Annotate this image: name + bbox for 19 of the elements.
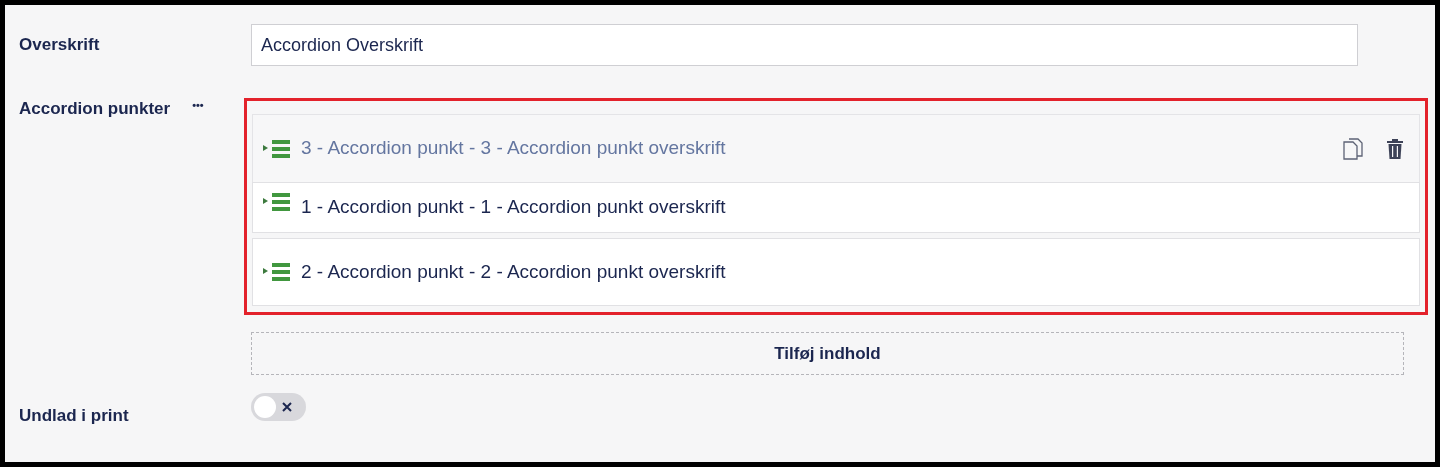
more-button[interactable]: ••• xyxy=(192,100,204,111)
input-field[interactable]: Accordion Overskrift xyxy=(251,24,1358,66)
close-icon xyxy=(282,402,292,412)
item-title: 2 - Accordion punkt - 2 - Accordion punkt overskrift xyxy=(301,259,727,284)
item-title: 3 - Accordion punkt - 3 - Accordion punkt overskrift xyxy=(301,136,727,161)
toggle-switch[interactable] xyxy=(251,393,306,421)
list-icon xyxy=(263,139,290,158)
field-label: Accordion punkter xyxy=(19,98,171,120)
list-icon xyxy=(263,193,290,211)
trash-icon[interactable] xyxy=(1387,138,1403,159)
accordion-item[interactable]: 2 - Accordion punkt - 2 - Accordion punkt overskrift xyxy=(252,238,1420,306)
add-content-button[interactable]: Tilføj indhold xyxy=(251,332,1404,375)
accordion-item[interactable]: 3 - Accordion punkt - 3 - Accordion punkt overskrift xyxy=(252,114,1420,183)
list-icon xyxy=(263,263,290,281)
copy-icon[interactable] xyxy=(1343,137,1365,160)
accordion-item[interactable]: 1 - Accordion punkt - 1 - Accordion punkt overskrift xyxy=(252,182,1420,233)
field-label: Overskrift xyxy=(19,34,100,56)
field-label: Undlad i print xyxy=(19,405,129,427)
item-title: 1 - Accordion punkt - 1 - Accordion punkt overskrift xyxy=(301,195,727,219)
